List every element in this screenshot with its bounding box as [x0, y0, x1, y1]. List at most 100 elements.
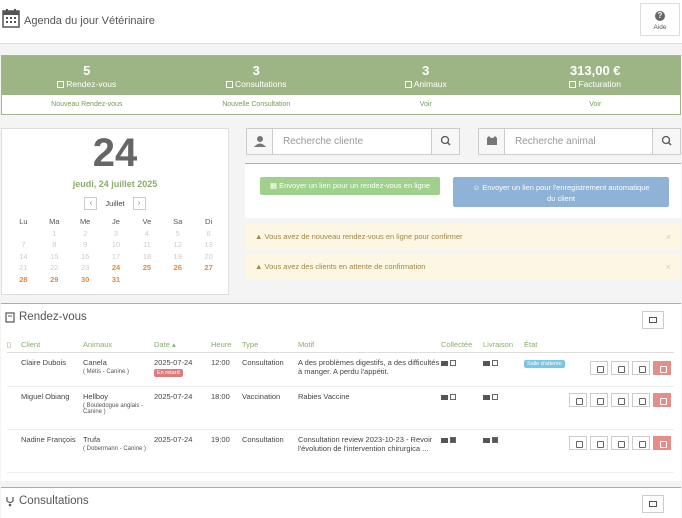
consultations-expand-button[interactable] — [642, 495, 664, 513]
rdv-time: 19:00 — [211, 429, 242, 473]
bell-button[interactable] — [632, 393, 650, 407]
client-search-button[interactable] — [431, 129, 459, 154]
livraison-checkbox[interactable] — [492, 393, 498, 400]
livraison-checkbox[interactable] — [492, 359, 498, 366]
prev-month-button[interactable]: ‹ — [84, 197, 98, 210]
next-month-button[interactable]: › — [132, 197, 146, 210]
animal-search-input[interactable]: Recherche animal — [515, 136, 596, 147]
collectee-checkbox[interactable] — [450, 393, 456, 400]
animal-name[interactable]: Hellboy — [83, 392, 108, 401]
col-livraison[interactable]: Livraison — [483, 337, 524, 353]
calendar-day[interactable]: 7 — [8, 240, 39, 252]
help-button[interactable]: ? Aide — [640, 3, 680, 36]
calendar-day[interactable]: 14 — [8, 252, 39, 264]
calendar-day[interactable]: 10 — [101, 240, 132, 252]
view-billing-link[interactable]: Voir — [511, 95, 681, 115]
sound-button[interactable] — [611, 393, 629, 407]
calendar-day[interactable]: 1 — [39, 229, 70, 241]
calendar-day[interactable]: 9 — [70, 240, 101, 252]
clock-button[interactable] — [590, 393, 608, 407]
col-client[interactable]: Client — [21, 337, 83, 353]
new-consultation-link[interactable]: Nouvelle Consultation — [172, 95, 342, 115]
client-name[interactable]: Claire Dubois — [21, 352, 83, 387]
bell-button[interactable] — [632, 436, 650, 450]
calendar-day[interactable]: 21 — [8, 263, 39, 275]
edit-button[interactable] — [569, 436, 587, 450]
client-name[interactable]: Nadine François — [21, 429, 83, 473]
calendar-day[interactable]: 4 — [131, 229, 162, 241]
clock-button[interactable] — [590, 436, 608, 450]
weekday-label: Ma — [49, 217, 60, 226]
col-type[interactable]: Type — [242, 337, 298, 353]
calendar-day[interactable]: 16 — [70, 252, 101, 264]
calendar-day[interactable]: 17 — [101, 252, 132, 264]
truck-icon — [483, 360, 490, 366]
calendar-day[interactable]: 13 — [193, 240, 224, 252]
col-motif[interactable]: Motif — [298, 337, 441, 353]
calendar-day[interactable]: 19 — [162, 252, 193, 264]
rdv-date: 2025-07-24 — [154, 357, 193, 367]
rdv-date: 2025-07-24 — [154, 386, 211, 430]
client-search: Recherche cliente — [246, 128, 460, 155]
calendar-day[interactable]: 29 — [39, 275, 70, 287]
col-date[interactable]: Date ▴ — [154, 337, 211, 353]
new-rdv-link[interactable]: Nouveau Rendez-vous — [2, 95, 172, 115]
calendar-day[interactable]: 12 — [162, 240, 193, 252]
close-icon[interactable]: × — [666, 254, 671, 280]
calendar-day[interactable]: 15 — [39, 252, 70, 264]
edit-button[interactable] — [569, 393, 587, 407]
calendar-day[interactable]: 2 — [70, 229, 101, 241]
client-name[interactable]: Miguel Obiang — [21, 386, 83, 430]
calendar-day[interactable]: 24 — [101, 263, 132, 275]
close-icon[interactable]: × — [666, 224, 671, 250]
calendar-day[interactable]: 22 — [39, 263, 70, 275]
calendar-day[interactable]: 20 — [193, 252, 224, 264]
animal-search-button[interactable] — [652, 129, 680, 154]
calendar-delete-button[interactable] — [653, 436, 671, 450]
calendar-delete-button[interactable] — [653, 393, 671, 407]
rdv-motif: Rabies Vaccine — [298, 386, 441, 430]
warning-icon: ▲ — [255, 232, 265, 241]
calendar-day[interactable]: 27 — [193, 263, 224, 275]
col-heure[interactable]: Heure — [211, 337, 242, 353]
stats-panel: 5 Rendez-vous 3 Consultations 3 Animaux … — [1, 55, 681, 115]
book-icon — [5, 312, 15, 323]
rdv-type: Consultation — [242, 352, 298, 387]
animal-name[interactable]: Canela — [83, 358, 107, 367]
bell-button[interactable] — [632, 361, 650, 375]
calendar-day[interactable]: 30 — [70, 275, 101, 287]
animal-name[interactable]: Trufa — [83, 435, 100, 444]
sound-button[interactable] — [611, 436, 629, 450]
collectee-checkbox[interactable] — [450, 359, 456, 366]
stat-label: Rendez-vous — [66, 79, 117, 89]
calendar-day[interactable]: 3 — [101, 229, 132, 241]
calendar-day[interactable]: 18 — [131, 252, 162, 264]
stat-label: Animaux — [413, 79, 447, 89]
rdv-title: Rendez-vous — [19, 311, 87, 323]
calendar-day[interactable]: 31 — [101, 275, 132, 287]
help-label: Aide — [653, 24, 667, 31]
table-row[interactable]: Claire Dubois Canela( Métis - Canine ) 2… — [7, 352, 674, 387]
edit-button[interactable] — [590, 361, 608, 375]
send-auto-register-button[interactable]: ☺ Envoyer un lien pour l'enregistrement … — [453, 177, 669, 207]
calendar-day[interactable]: 25 — [131, 263, 162, 275]
calendar-day[interactable]: 8 — [39, 240, 70, 252]
col-collectee[interactable]: Collectée — [441, 337, 483, 353]
calendar-day[interactable]: 23 — [70, 263, 101, 275]
rdv-expand-button[interactable] — [642, 311, 664, 329]
calendar-day[interactable]: 11 — [131, 240, 162, 252]
col-etat[interactable]: État — [524, 337, 674, 353]
collectee-checkbox[interactable] — [450, 436, 456, 443]
calendar-day[interactable]: 5 — [162, 229, 193, 241]
send-rdv-link-button[interactable]: ▦ Envoyer un lien pour un rendez-vous en… — [260, 177, 440, 195]
calendar-day[interactable]: 6 — [193, 229, 224, 241]
calendar-icon — [2, 9, 20, 28]
calendar-delete-button[interactable] — [653, 361, 671, 375]
view-animals-link[interactable]: Voir — [341, 95, 511, 115]
col-animaux[interactable]: Animaux — [83, 337, 154, 353]
calendar-day[interactable]: 28 — [8, 275, 39, 287]
client-search-input[interactable]: Recherche cliente — [283, 136, 363, 147]
sound-button[interactable] — [611, 361, 629, 375]
livraison-checkbox[interactable] — [492, 436, 498, 443]
calendar-day[interactable]: 26 — [162, 263, 193, 275]
